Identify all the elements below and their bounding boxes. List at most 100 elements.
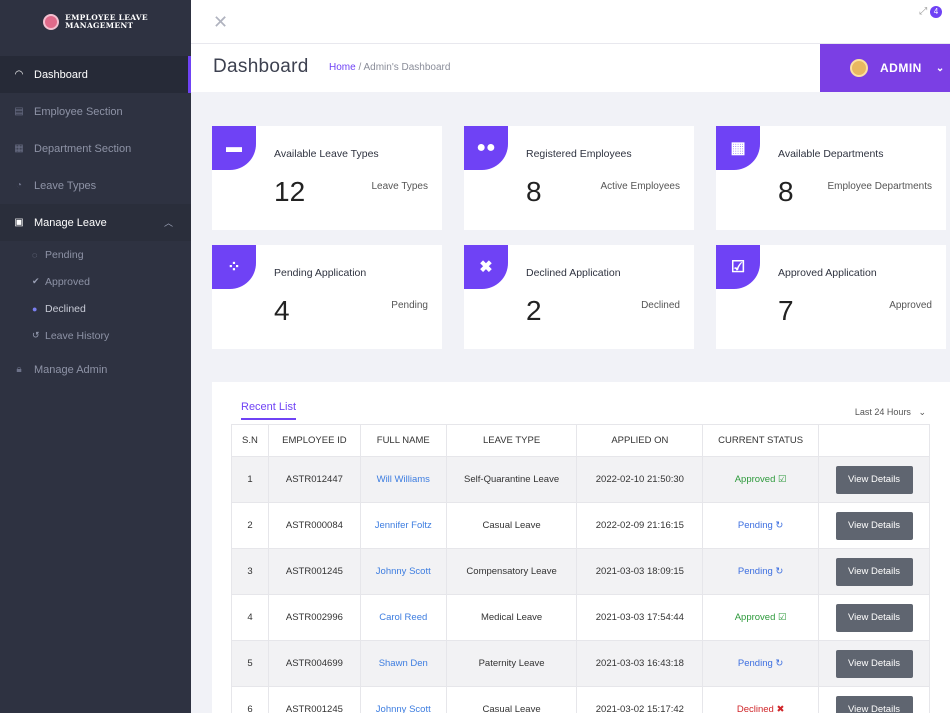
card-title: Declined Application	[526, 267, 621, 279]
view-details-button[interactable]: View Details	[835, 511, 913, 540]
fullscreen-icon[interactable]: ⤢	[919, 6, 927, 17]
sidebar-subitem-label: Declined	[45, 302, 86, 315]
grid-icon: ▦	[14, 143, 24, 154]
table-row: 3 ASTR001245 Johnny Scott Compensatory L…	[231, 548, 930, 595]
card-subtitle: Declined	[641, 300, 680, 311]
status-label: Approved	[734, 612, 776, 623]
cell-employee-id: ASTR001245	[267, 548, 361, 595]
card-value: 12	[274, 176, 306, 207]
view-details-button[interactable]: View Details	[835, 465, 913, 494]
stat-card-pending: ⁘ Pending Application 4 Pending	[212, 245, 442, 349]
cell-full-name[interactable]: Jennifer Foltz	[359, 502, 447, 549]
status-badge: Pending ↻	[702, 640, 820, 687]
stat-card-employees: ●● Registered Employees 8 Active Employe…	[464, 126, 694, 230]
card-subtitle: Active Employees	[600, 181, 680, 192]
column-header: APPLIED ON	[576, 424, 704, 457]
refresh-icon: ↻	[775, 566, 784, 577]
cell-employee-id: ASTR012447	[267, 456, 361, 503]
column-header: EMPLOYEE ID	[267, 424, 361, 457]
card-value: 2	[526, 295, 542, 326]
sidebar-item-dashboard[interactable]: ◠ Dashboard	[0, 56, 191, 93]
logo-line-2: Management	[65, 21, 134, 30]
status-label: Pending	[737, 520, 773, 531]
breadcrumb-home-link[interactable]: Home	[329, 62, 356, 73]
sidebar-item-manage-admin[interactable]: 🔒︎ Manage Admin	[0, 351, 191, 388]
cell-applied-on: 2022-02-10 21:50:30	[576, 456, 704, 503]
sidebar-subitem-declined[interactable]: ● Declined	[0, 295, 191, 322]
sidebar-subitem-label: Pending	[45, 248, 84, 261]
card-title: Approved Application	[778, 267, 877, 279]
sidebar-item-manage-leave[interactable]: ▣ Manage Leave ︿	[0, 204, 191, 241]
chevron-up-icon: ︿	[163, 218, 173, 228]
stat-card-approved: ☑ Approved Application 7 Approved	[716, 245, 946, 349]
cell-sn: 4	[231, 594, 269, 641]
cell-employee-id: ASTR000084	[267, 502, 361, 549]
card-value: 7	[778, 295, 794, 326]
spinner-icon: ◌	[32, 249, 38, 260]
sidebar-item-leave-types[interactable]: ◔ Leave Types	[0, 167, 191, 204]
id-card-icon: ▤	[14, 106, 24, 117]
view-details-button[interactable]: View Details	[835, 603, 913, 632]
briefcase-icon: ▬	[212, 126, 256, 170]
status-label: Pending	[737, 566, 773, 577]
refresh-icon: ↻	[775, 658, 784, 669]
view-details-button[interactable]: View Details	[835, 649, 913, 678]
view-details-button[interactable]: View Details	[835, 695, 913, 713]
card-subtitle: Employee Departments	[827, 181, 933, 192]
tag-icon: ◔	[15, 180, 23, 191]
logo-icon	[43, 14, 60, 30]
sidebar-item-employee-section[interactable]: ▤ Employee Section	[0, 93, 191, 130]
cell-sn: 5	[231, 640, 269, 687]
status-badge: Approved ☑	[702, 456, 820, 503]
sidebar-item-department-section[interactable]: ▦ Department Section	[0, 130, 191, 167]
cell-leave-type: Self-Quarantine Leave	[445, 456, 578, 503]
check-square-icon: ☑	[716, 245, 760, 289]
breadcrumb-current: Admin's Dashboard	[363, 62, 451, 73]
breadcrumb-separator: /	[358, 62, 362, 73]
app-logo[interactable]: Employee Leave Management	[0, 0, 191, 44]
cell-employee-id: ASTR002996	[267, 594, 361, 641]
cell-sn: 1	[231, 456, 269, 503]
view-details-button[interactable]: View Details	[835, 557, 913, 586]
status-label: Approved	[734, 474, 776, 485]
sidebar-subitem-leave-history[interactable]: ↺ Leave History	[0, 322, 191, 349]
sidebar-subitem-approved[interactable]: ✔ Approved	[0, 268, 191, 295]
x-icon: ✖	[464, 245, 508, 289]
user-menu-button[interactable]: ADMIN ⌄	[820, 44, 950, 92]
close-icon[interactable]: ✕	[213, 12, 228, 33]
cell-full-name[interactable]: Will Williams	[359, 456, 447, 503]
tab-recent-list[interactable]: Recent List	[241, 401, 297, 420]
page-header: Dashboard Home / Admin's Dashboard ADMIN…	[191, 44, 950, 92]
status-badge: Approved ☑	[702, 594, 820, 641]
card-subtitle: Leave Types	[371, 181, 428, 192]
check-square-icon: ☑	[778, 474, 787, 485]
status-badge: Pending ↻	[702, 548, 820, 595]
status-label: Declined	[736, 704, 774, 713]
cell-full-name[interactable]: Shawn Den	[359, 640, 447, 687]
sidebar-item-label: Department Section	[34, 142, 132, 155]
cell-sn: 2	[231, 502, 269, 549]
grid-icon: ▦	[716, 126, 760, 170]
cell-full-name[interactable]: Carol Reed	[359, 594, 447, 641]
cell-full-name[interactable]: Johnny Scott	[359, 686, 447, 713]
cell-leave-type: Compensatory Leave	[445, 548, 578, 595]
check-square-icon: ☑	[778, 612, 787, 623]
topbar: ✕ ⤢ 4	[191, 0, 950, 44]
card-title: Available Departments	[778, 148, 884, 160]
page-title: Dashboard	[213, 56, 309, 77]
card-value: 8	[778, 176, 794, 207]
cell-full-name[interactable]: Johnny Scott	[359, 548, 447, 595]
column-header	[818, 424, 930, 457]
status-badge: Pending ↻	[702, 502, 820, 549]
time-filter-dropdown[interactable]: Last 24 Hours ⌄	[855, 407, 926, 418]
chevron-down-icon: ⌄	[935, 62, 945, 74]
users-icon: ●●	[464, 126, 508, 170]
sidebar-subitem-pending[interactable]: ◌ Pending	[0, 241, 191, 268]
table-row: 1 ASTR012447 Will Williams Self-Quaranti…	[231, 456, 930, 503]
notification-badge[interactable]: 4	[930, 6, 942, 18]
sidebar: Employee Leave Management ◠ Dashboard ▤ …	[0, 0, 191, 713]
cell-leave-type: Paternity Leave	[445, 640, 578, 687]
column-header: CURRENT STATUS	[702, 424, 820, 457]
table-row: 6 ASTR001245 Johnny Scott Casual Leave 2…	[231, 686, 930, 713]
table-row: 5 ASTR004699 Shawn Den Paternity Leave 2…	[231, 640, 930, 687]
